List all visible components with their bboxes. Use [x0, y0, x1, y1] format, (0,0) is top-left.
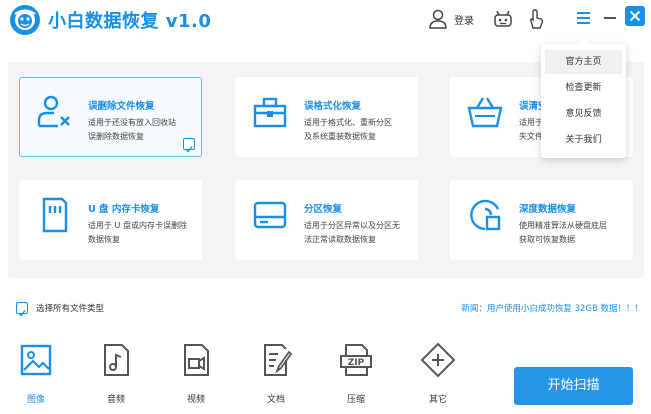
other-icon — [420, 342, 456, 378]
card-description-line: 使用精准算法从硬盘底层 — [519, 221, 607, 230]
card-description-line: 数据恢复 — [88, 235, 120, 244]
file-type-label: 其它 — [428, 395, 447, 405]
file-type-archive[interactable]: ZIP 压缩 — [328, 340, 384, 410]
news-ticker[interactable]: 新闻：用户使用小白成功恢复 32GB 数据！！！ — [461, 302, 643, 314]
card-description: 使用精准算法从硬盘底层 获取可恢复数据 — [519, 219, 629, 247]
card-title: 分区恢复 — [304, 204, 343, 215]
file-type-document[interactable]: 文档 — [248, 340, 304, 410]
audio-icon — [104, 344, 129, 376]
file-type-label: 图像 — [26, 395, 45, 405]
hand-pointer-icon[interactable] — [525, 8, 547, 30]
file-type-other[interactable]: 其它 — [410, 340, 466, 410]
menu-button[interactable] — [573, 8, 595, 28]
document-icon — [264, 344, 293, 376]
app-title: 小白数据恢复 v1.0 — [48, 11, 212, 32]
menu-item-feedback[interactable]: 意见反馈 — [545, 102, 622, 126]
card-description: 适用于分区异常以及分区无 法正常读取数据恢复 — [304, 219, 414, 247]
start-scan-button[interactable]: 开始扫描 — [514, 367, 633, 405]
image-icon — [20, 344, 52, 376]
user-icon[interactable] — [427, 8, 449, 30]
login-link[interactable]: 登录 — [454, 12, 474, 27]
card-description-line: 适用于分区异常以及分区无 — [304, 221, 400, 230]
menu-item-official-site[interactable]: 官方主页 — [545, 50, 622, 74]
file-type-audio[interactable]: 音频 — [88, 340, 144, 410]
logo-icon — [10, 5, 40, 35]
file-type-label: 音频 — [106, 395, 125, 405]
card-description-line: 及系统重装数据恢复 — [304, 132, 376, 141]
close-button[interactable] — [625, 6, 645, 26]
card-description-line: 适用于 U 盘或内存卡误删除 — [88, 221, 187, 230]
card-description-line: 法正常读取数据恢复 — [304, 235, 376, 244]
close-icon — [629, 10, 641, 22]
zip-icon: ZIP — [340, 344, 372, 376]
menu-item-about[interactable]: 关于我们 — [545, 128, 622, 152]
disk-icon — [253, 201, 287, 229]
user-delete-icon — [37, 95, 70, 128]
card-usb-sd-recovery[interactable]: U 盘 内存卡恢复 适用于 U 盘或内存卡误删除 数据恢复 — [19, 180, 202, 260]
minimize-button[interactable] — [600, 8, 620, 28]
file-type-label: 压缩 — [346, 395, 365, 405]
card-description-line: 适用于还没有放入回收站 — [88, 118, 176, 127]
basket-icon — [467, 97, 503, 128]
select-all-checkbox[interactable] — [16, 302, 28, 317]
card-description-line: 获取可恢复数据 — [519, 235, 575, 244]
card-title: U 盘 内存卡恢复 — [88, 204, 160, 215]
svg-text:ZIP: ZIP — [348, 358, 365, 368]
file-type-video[interactable]: 视频 — [168, 340, 224, 410]
card-title: 深度数据恢复 — [519, 204, 577, 215]
video-icon — [184, 344, 209, 376]
file-type-label: 文档 — [266, 395, 285, 405]
card-description: 适用于格式化、重新分区 及系统重装数据恢复 — [304, 116, 414, 144]
card-description-line: 误删除数据恢复 — [88, 132, 144, 141]
file-type-label: 视频 — [186, 395, 205, 405]
deep-scan-icon — [470, 199, 501, 231]
check-icon — [185, 146, 193, 153]
card-format-recovery[interactable]: 误格式化恢复 适用于格式化、重新分区 及系统重装数据恢复 — [235, 77, 418, 157]
card-partition-recovery[interactable]: 分区恢复 适用于分区异常以及分区无 法正常读取数据恢复 — [235, 180, 418, 260]
card-title: 误格式化恢复 — [304, 101, 362, 112]
sd-card-icon — [42, 197, 68, 233]
card-deep-recovery[interactable]: 深度数据恢复 使用精准算法从硬盘底层 获取可恢复数据 — [450, 180, 633, 260]
title-bar: 小白数据恢复 v1.0 登录 — [0, 0, 651, 46]
card-checkbox[interactable] — [183, 138, 195, 153]
toolbox-icon — [253, 97, 287, 128]
select-all-label[interactable]: 选择所有文件类型 — [36, 302, 104, 314]
card-description: 适用于还没有放入回收站 误删除数据恢复 — [88, 116, 198, 144]
file-type-image[interactable]: 图像 — [8, 340, 64, 410]
check-icon — [18, 310, 26, 317]
card-description: 适用于 U 盘或内存卡误删除 数据恢复 — [88, 219, 198, 247]
card-deleted-file-recovery[interactable]: 误删除文件恢复 适用于还没有放入回收站 误删除数据恢复 — [19, 77, 202, 157]
card-description-line: 适用于格式化、重新分区 — [304, 118, 392, 127]
card-title: 误删除文件恢复 — [88, 101, 155, 112]
main-menu-dropdown: 官方主页 检查更新 意见反馈 关于我们 — [541, 38, 626, 158]
robot-icon[interactable] — [492, 8, 514, 30]
menu-item-check-update[interactable]: 检查更新 — [545, 76, 622, 100]
